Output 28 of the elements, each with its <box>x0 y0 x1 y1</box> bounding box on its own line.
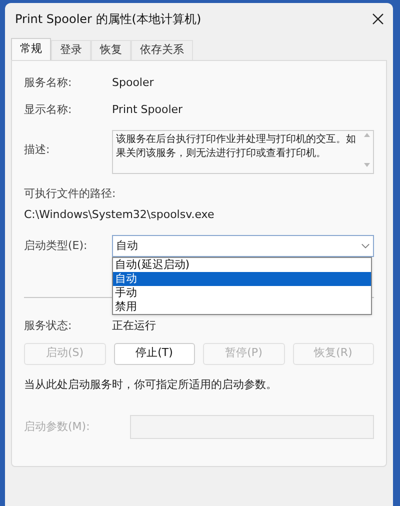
dropdown-option[interactable]: 自动(延迟启动) <box>113 258 371 272</box>
scrollbar-icon <box>363 131 371 169</box>
window-title: Print Spooler 的属性(本地计算机) <box>15 11 202 28</box>
close-icon[interactable] <box>371 12 385 26</box>
dropdown-option[interactable]: 手动 <box>113 286 371 300</box>
path-label: 可执行文件的路径: <box>24 186 117 202</box>
chevron-down-icon <box>361 243 370 249</box>
tab[interactable]: 登录 <box>51 40 91 60</box>
field-value: Spooler <box>112 75 154 91</box>
tab[interactable]: 常规 <box>11 38 51 60</box>
tab[interactable]: 依存关系 <box>131 40 193 60</box>
note-text: 当从此处启动服务时，你可指定所适用的启动参数。 <box>24 376 278 392</box>
path-value: C:\Windows\System32\spoolsv.exe <box>24 206 216 222</box>
tab[interactable]: 恢复 <box>91 40 131 60</box>
description-label: 描述: <box>24 142 51 158</box>
field-label: 显示名称: <box>24 102 73 118</box>
startup-type-dropdown[interactable]: 自动 <box>112 235 374 257</box>
service-button[interactable]: 停止(T) <box>114 342 195 364</box>
description-box[interactable]: 该服务在后台执行打印作业并处理与打印机的交互。如果关闭该服务，则无法进行打印或查看打印机。 <box>112 130 374 174</box>
description-text: 该服务在后台执行打印作业并处理与打印机的交互。如果关闭该服务，则无法进行打印或查看打印机。 <box>115 132 357 161</box>
start-parameters-label: 启动参数(M): <box>24 418 91 435</box>
dropdown-option[interactable]: 自动 <box>113 272 371 286</box>
startup-type-label: 启动类型(E): <box>24 238 88 254</box>
field-value: Print Spooler <box>112 102 183 118</box>
status-label: 服务状态: <box>24 318 73 334</box>
field-label: 服务名称: <box>24 75 73 91</box>
dropdown-option[interactable]: 禁用 <box>113 300 371 314</box>
status-value: 正在运行 <box>112 318 156 334</box>
